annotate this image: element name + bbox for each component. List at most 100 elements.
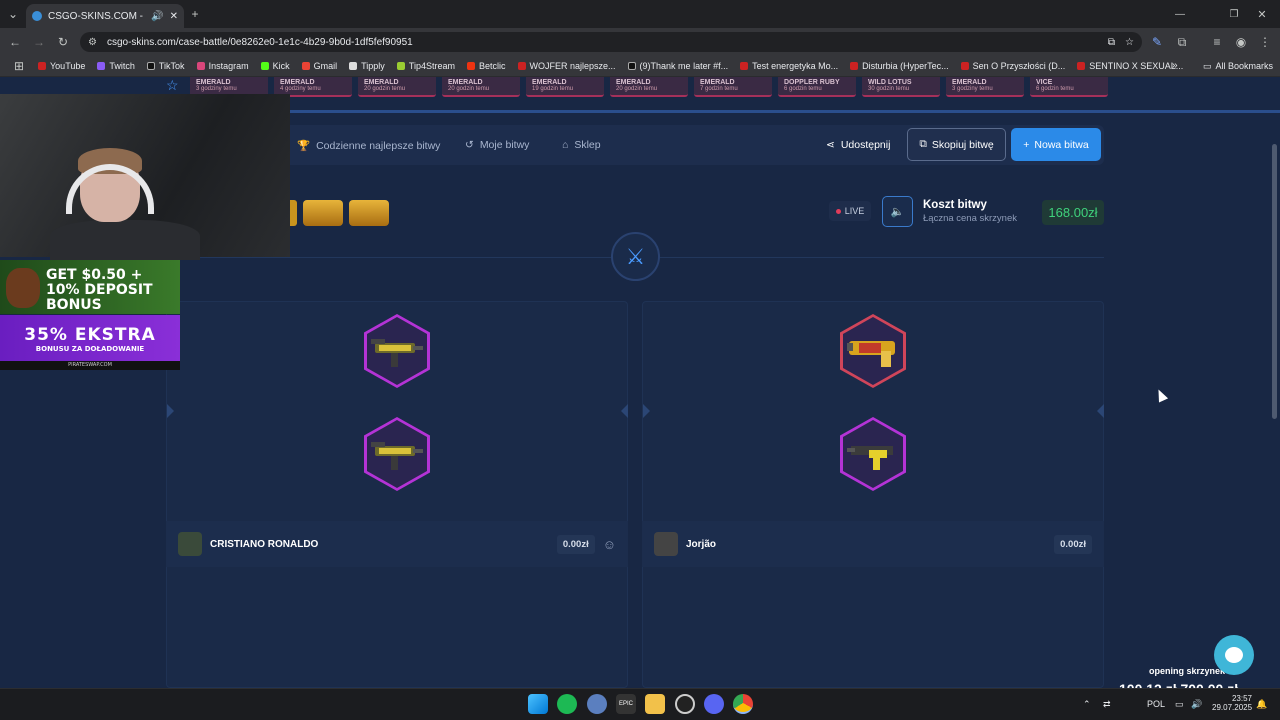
app-icon[interactable] [587, 694, 607, 714]
new-tab-icon[interactable]: + [188, 7, 202, 21]
drop-name: EMERALD [616, 79, 651, 86]
bookmark-disturbia[interactable]: Disturbia (HyperTec... [850, 61, 949, 71]
profile-icon[interactable]: ◉ [1234, 35, 1248, 49]
media-icon[interactable]: ≡ [1210, 35, 1224, 49]
bookmark-betclic[interactable]: Betclic [467, 61, 506, 71]
sound-toggle[interactable]: 🔈 [882, 196, 913, 227]
bookmark-tipply[interactable]: Tipply [349, 61, 385, 71]
close-window-icon[interactable]: ✕ [1255, 7, 1269, 21]
drop-name: VICE [1036, 79, 1053, 86]
new-battle-button[interactable]: + Nowa bitwa [1011, 128, 1101, 161]
battle-price: 168.00zł [1042, 200, 1104, 225]
bookmark-twitch[interactable]: Twitch [97, 61, 135, 71]
bookmark-tip4stream[interactable]: Tip4Stream [396, 61, 455, 71]
player-name: Jorjão [686, 538, 717, 550]
browser-tab[interactable]: CSGO-SKINS.COM - Najlep 🔊 ✕ [26, 4, 184, 28]
weapon-icon [371, 442, 423, 470]
all-bookmarks[interactable]: ▭ All Bookmarks [1203, 61, 1273, 72]
clock[interactable]: 23:57 29.07.2025 [1212, 694, 1252, 712]
translate-icon[interactable]: ⧉ [1108, 37, 1115, 48]
nav-my-battles[interactable]: ↺ Moje bitwy [465, 139, 529, 151]
reel-arrow-icon [1097, 404, 1104, 418]
bookmark-sen[interactable]: Sen O Przyszłości (D... [960, 61, 1066, 71]
chat-bubble-button[interactable] [1214, 635, 1254, 675]
minimize-icon[interactable]: — [1173, 7, 1187, 21]
youtube-icon [38, 62, 46, 70]
tray-app-icon[interactable]: ⇄ [1103, 699, 1111, 710]
youtube-icon [740, 62, 749, 70]
address-bar[interactable]: ⚙ csgo-skins.com/case-battle/0e8262e0-1e… [80, 32, 1142, 52]
reload-icon[interactable]: ↻ [56, 35, 70, 49]
steam-icon[interactable] [675, 694, 695, 714]
menu-icon[interactable]: ⋮ [1258, 35, 1272, 49]
deposit-bonus-ad: GET $0.50 + 10% DEPOSIT BONUS [0, 260, 180, 314]
drop-name: DOPPLER RUBY [784, 79, 840, 86]
bookmark-label: Sen O Przyszłości (D... [972, 61, 1066, 71]
drop-item[interactable]: EMERALD 19 godzin temu [526, 77, 604, 97]
bookmark-gmail[interactable]: Gmail [301, 61, 337, 71]
player-balance: 0.00zł [1054, 534, 1092, 554]
drop-item[interactable]: VICE 6 godzin temu [1030, 77, 1108, 97]
nav-daily-battles[interactable]: 🏆 Codzienne najlepsze bitwy [297, 139, 440, 153]
bookmark-kick[interactable]: Kick [260, 61, 290, 71]
drop-time: 30 godzin temu [868, 86, 910, 92]
speaker-icon[interactable]: 🔊 [151, 11, 163, 22]
favorite-star-icon[interactable]: ☆ [166, 77, 179, 94]
nav-shop[interactable]: ⌂ Sklep [562, 139, 601, 151]
copy-battle-button[interactable]: ⧉ Skopiuj bitwę [907, 128, 1006, 161]
bookmarks-overflow-icon[interactable]: » [1172, 60, 1178, 71]
scrollbar-thumb[interactable] [1272, 144, 1277, 419]
share-button[interactable]: ⋖ Udostępnij [826, 139, 890, 151]
gmail-icon [301, 62, 310, 70]
tray-chevron-icon[interactable]: ⌃ [1083, 699, 1091, 710]
bookmark-instagram[interactable]: Instagram [196, 61, 249, 71]
close-tab-icon[interactable]: ✕ [170, 11, 178, 22]
discord-icon[interactable] [704, 694, 724, 714]
live-badge: LIVE [829, 201, 871, 221]
extension-icon[interactable]: ✎ [1150, 35, 1164, 49]
drop-item[interactable]: EMERALD 20 godzin temu [442, 77, 520, 97]
drop-time: 6 godzin temu [1036, 86, 1074, 92]
bookmark-sentino[interactable]: SENTINO X SEXUAL... [1077, 61, 1183, 71]
chrome-icon[interactable] [733, 694, 753, 714]
epic-games-icon[interactable]: EPIC [616, 694, 636, 714]
nav-my-label: Moje bitwy [479, 139, 530, 151]
live-dot-icon [835, 208, 841, 214]
emoji-icon[interactable]: ☺ [603, 537, 616, 552]
file-explorer-icon[interactable] [645, 694, 665, 714]
drop-item[interactable]: EMERALD 3 godziny temu [946, 77, 1024, 97]
spotify-icon[interactable] [557, 694, 577, 714]
case-chest-icon[interactable] [349, 200, 389, 226]
bookmark-label: Tipply [361, 61, 385, 71]
bookmark-youtube[interactable]: YouTube [38, 61, 85, 71]
live-drops-bar: EMERALD 3 godziny temu EMERALD 4 godziny t… [190, 77, 1108, 97]
tab-search-icon[interactable]: ⌄ [6, 7, 20, 21]
drop-item[interactable]: WILD LOTUS 30 godzin temu [862, 77, 940, 97]
windows-start-icon[interactable] [528, 694, 548, 714]
bookmark-label: Twitch [109, 61, 135, 71]
bookmarks-bar: ⊞ YouTube Twitch TikTok Instagram Kick G… [0, 56, 1280, 77]
avatar [178, 532, 202, 556]
bookmark-star-icon[interactable]: ☆ [1125, 37, 1134, 48]
maximize-icon[interactable]: ❐ [1227, 7, 1241, 21]
volume-icon[interactable]: 🔊 [1191, 699, 1202, 710]
crossed-swords-icon: ⚔ [611, 232, 660, 281]
language-indicator[interactable]: POL [1147, 699, 1165, 709]
bookmark-wojfer[interactable]: WOJFER najlepsze... [517, 61, 616, 71]
forward-icon[interactable]: → [32, 35, 46, 49]
bookmark-tiktok[interactable]: TikTok [146, 61, 185, 71]
drop-item[interactable]: EMERALD 20 godzin temu [358, 77, 436, 97]
extensions-puzzle-icon[interactable]: ⧉ [1175, 35, 1189, 49]
network-icon[interactable]: ▭ [1175, 699, 1184, 710]
site-info-icon[interactable]: ⚙ [88, 37, 97, 48]
drop-item[interactable]: EMERALD 7 godzin temu [694, 77, 772, 97]
bookmark-test-energetyka[interactable]: Test energetyka Mo... [740, 61, 838, 71]
notification-bell-icon[interactable]: 🔔 [1256, 699, 1267, 710]
bookmark-thank-me[interactable]: (9)Thank me later #f... [627, 61, 728, 71]
drop-item[interactable]: EMERALD 20 godzin temu [610, 77, 688, 97]
case-chest-icon[interactable] [303, 200, 343, 226]
copy-icon: ⧉ [919, 138, 927, 150]
drop-item[interactable]: DOPPLER RUBY 6 godzin temu [778, 77, 856, 97]
back-icon[interactable]: ← [8, 35, 22, 49]
apps-grid-icon[interactable]: ⊞ [12, 59, 26, 73]
